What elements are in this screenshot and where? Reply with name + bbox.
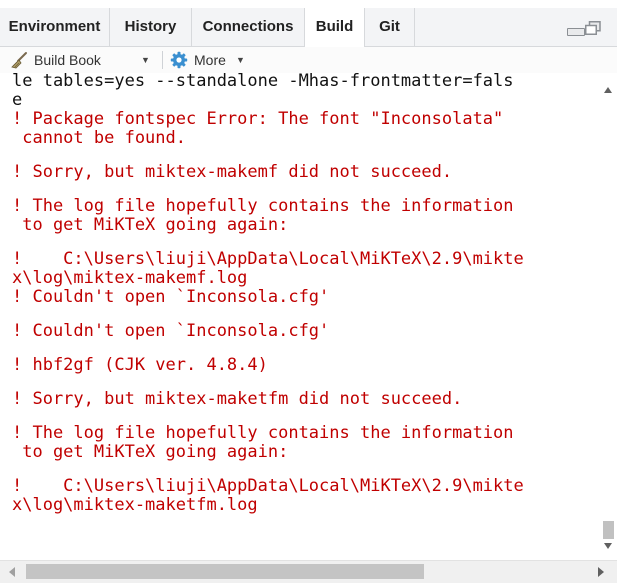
- scroll-left-icon[interactable]: [9, 567, 15, 577]
- tab-bar: Environment History Connections Build Gi…: [0, 8, 617, 47]
- console-error-line: x\log\miktex-makemf.log: [12, 268, 248, 288]
- console-error-line: ! Sorry, but miktex-makemf did not succe…: [12, 162, 453, 182]
- broom-icon: [11, 52, 27, 69]
- scroll-down-icon[interactable]: [604, 543, 612, 549]
- vertical-scrollbar[interactable]: [600, 73, 617, 559]
- chevron-down-icon: ▼: [141, 55, 150, 65]
- console-error-line: to get MiKTeX going again:: [12, 442, 289, 462]
- console-error-line: ! C:\Users\liuji\AppData\Local\MiKTeX\2.…: [12, 476, 524, 496]
- build-pane: Environment History Connections Build Gi…: [0, 0, 617, 583]
- maximize-icon[interactable]: [585, 21, 601, 35]
- horizontal-scrollbar[interactable]: [0, 560, 617, 583]
- vertical-scrollbar-thumb[interactable]: [603, 521, 614, 539]
- build-toolbar: Build Book ▼ More ▼: [0, 47, 617, 73]
- gear-icon: [170, 51, 188, 69]
- console-error-line: ! Sorry, but miktex-maketfm did not succ…: [12, 389, 463, 409]
- console-error-line: ! Couldn't open `Inconsola.cfg': [12, 287, 330, 307]
- scroll-right-icon[interactable]: [598, 567, 604, 577]
- console-error-line: ! Couldn't open `Inconsola.cfg': [12, 321, 330, 341]
- window-controls: [565, 20, 609, 38]
- tab-history[interactable]: History: [110, 8, 192, 46]
- console-error-line: x\log\miktex-maketfm.log: [12, 495, 258, 515]
- more-button[interactable]: More ▼: [170, 49, 250, 71]
- console-error-line: to get MiKTeX going again:: [12, 215, 289, 235]
- build-book-button[interactable]: Build Book ▼: [10, 49, 158, 71]
- console-error-line: cannot be found.: [12, 128, 186, 148]
- tab-git[interactable]: Git: [365, 8, 415, 46]
- tab-connections[interactable]: Connections: [192, 8, 305, 46]
- console-line: le tables=yes --standalone -Mhas-frontma…: [12, 72, 514, 91]
- console-error-line: ! The log file hopefully contains the in…: [12, 423, 514, 443]
- tab-environment[interactable]: Environment: [0, 8, 110, 46]
- console-error-line: ! hbf2gf (CJK ver. 4.8.4): [12, 355, 268, 375]
- chevron-down-icon: ▼: [236, 55, 245, 65]
- horizontal-scrollbar-thumb[interactable]: [26, 564, 424, 579]
- build-book-label: Build Book: [34, 52, 101, 68]
- more-label: More: [194, 52, 226, 68]
- tab-build[interactable]: Build: [305, 8, 365, 47]
- console-error-line: ! C:\Users\liuji\AppData\Local\MiKTeX\2.…: [12, 249, 524, 269]
- minimize-icon[interactable]: [567, 28, 585, 36]
- console-error-line: ! The log file hopefully contains the in…: [12, 196, 514, 216]
- toolbar-divider: [162, 51, 163, 69]
- scroll-up-icon[interactable]: [604, 87, 612, 93]
- build-console-output: le tables=yes --standalone -Mhas-frontma…: [12, 72, 596, 560]
- console-error-line: ! Package fontspec Error: The font "Inco…: [12, 109, 504, 129]
- console-line: e: [12, 90, 23, 110]
